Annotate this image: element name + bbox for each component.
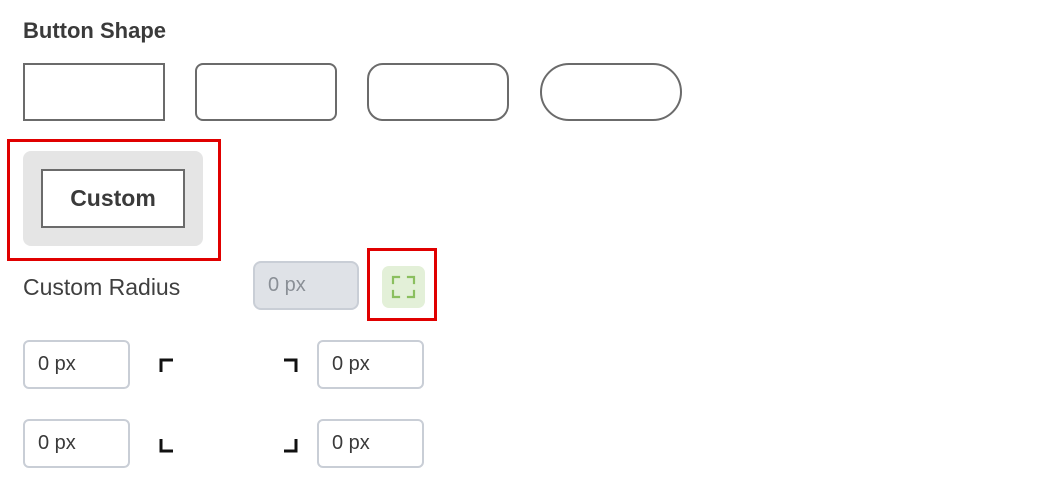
bottom-left-corner-icon bbox=[159, 439, 173, 453]
section-title: Button Shape bbox=[23, 18, 166, 43]
shape-slightly-rounded-button[interactable] bbox=[195, 63, 337, 121]
expand-corners-button[interactable] bbox=[382, 266, 425, 308]
custom-shape-button[interactable]: Custom bbox=[41, 169, 185, 228]
shape-pill-button[interactable] bbox=[540, 63, 682, 121]
shape-rounded-button[interactable] bbox=[367, 63, 509, 121]
top-left-radius-input[interactable]: 0 px bbox=[23, 340, 130, 389]
custom-shape-option[interactable]: Custom bbox=[23, 151, 203, 246]
custom-radius-label: Custom Radius bbox=[23, 274, 181, 300]
bottom-right-corner-icon bbox=[284, 439, 298, 453]
shape-square-button[interactable] bbox=[23, 63, 165, 121]
top-right-corner-icon bbox=[284, 358, 298, 372]
expand-corners-icon bbox=[391, 275, 416, 299]
top-right-radius-input[interactable]: 0 px bbox=[317, 340, 424, 389]
bottom-left-radius-input[interactable]: 0 px bbox=[23, 419, 130, 468]
bottom-right-radius-input[interactable]: 0 px bbox=[317, 419, 424, 468]
custom-radius-input[interactable]: 0 px bbox=[253, 261, 359, 310]
top-left-corner-icon bbox=[159, 358, 173, 372]
